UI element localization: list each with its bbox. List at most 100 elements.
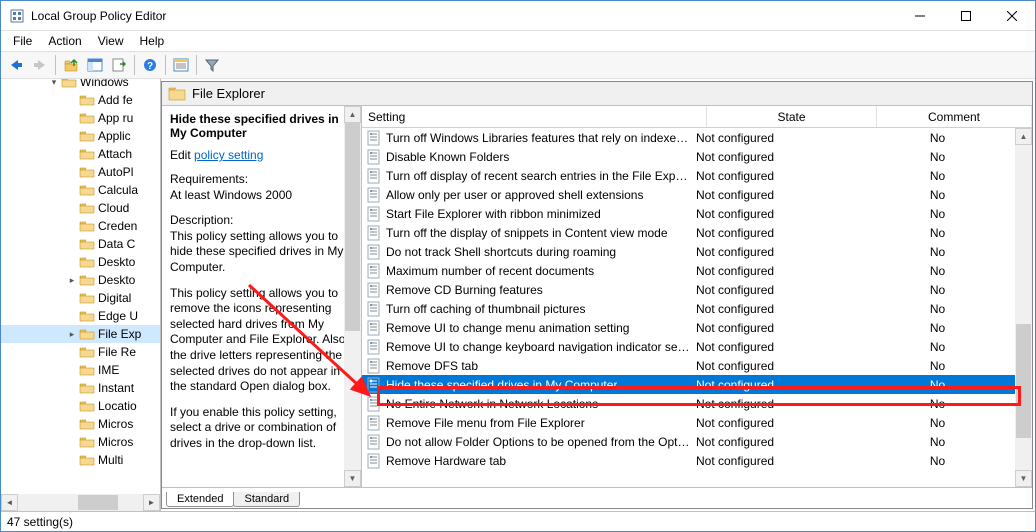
- menu-action[interactable]: Action: [40, 32, 89, 50]
- list-row[interactable]: Allow only per user or approved shell ex…: [362, 185, 1015, 204]
- window-title: Local Group Policy Editor: [31, 9, 897, 23]
- list-header: Setting State Comment: [362, 106, 1032, 128]
- tab-standard[interactable]: Standard: [233, 492, 300, 507]
- tree-item[interactable]: Calcula: [1, 181, 161, 199]
- list-row[interactable]: Remove UI to change menu animation setti…: [362, 318, 1015, 337]
- list-row[interactable]: Disable Known FoldersNot configuredNo: [362, 147, 1015, 166]
- list-row[interactable]: Turn off Windows Libraries features that…: [362, 128, 1015, 147]
- breadcrumb-label: File Explorer: [192, 86, 265, 101]
- export-button[interactable]: [108, 54, 130, 76]
- tree-item[interactable]: Attach: [1, 145, 161, 163]
- tree-item[interactable]: Locatio: [1, 397, 161, 415]
- tree-item[interactable]: App ru: [1, 109, 161, 127]
- forward-button[interactable]: [29, 54, 51, 76]
- list-row[interactable]: No Entire Network in Network LocationsNo…: [362, 394, 1015, 413]
- list-row[interactable]: Do not allow Folder Options to be opened…: [362, 432, 1015, 451]
- folder-icon: [168, 86, 186, 102]
- list-row[interactable]: Remove CD Burning featuresNot configured…: [362, 280, 1015, 299]
- policy-icon: [366, 225, 382, 241]
- description-p1: This policy setting allows you to hide t…: [170, 229, 343, 274]
- maximize-button[interactable]: [943, 1, 989, 30]
- policy-icon: [366, 453, 382, 469]
- show-hide-tree-button[interactable]: [84, 54, 106, 76]
- policy-icon: [366, 263, 382, 279]
- tree-item[interactable]: Cloud: [1, 199, 161, 217]
- list-vscrollbar[interactable]: ▲ ▼: [1015, 128, 1032, 487]
- menu-file[interactable]: File: [5, 32, 40, 50]
- svg-text:?: ?: [147, 61, 153, 72]
- requirements-text: At least Windows 2000: [170, 188, 292, 202]
- menu-help[interactable]: Help: [132, 32, 173, 50]
- policy-icon: [366, 149, 382, 165]
- list-row[interactable]: Turn off caching of thumbnail picturesNo…: [362, 299, 1015, 318]
- tree-pane: ▾Windows Add feApp ruApplicAttachAutoPlC…: [1, 79, 161, 511]
- close-button[interactable]: [989, 1, 1035, 30]
- description-label: Description:: [170, 213, 233, 227]
- list-row[interactable]: Hide these specified drives in My Comput…: [362, 375, 1015, 394]
- description-pane: Hide these specified drives in My Comput…: [162, 106, 362, 487]
- description-p3: If you enable this policy setting, selec…: [170, 405, 353, 452]
- tree-item[interactable]: Digital: [1, 289, 161, 307]
- list-row[interactable]: Start File Explorer with ribbon minimize…: [362, 204, 1015, 223]
- settings-list: Setting State Comment Turn off Windows L…: [362, 106, 1032, 487]
- tree-item[interactable]: ▾Windows: [1, 79, 161, 91]
- list-row[interactable]: Turn off display of recent search entrie…: [362, 166, 1015, 185]
- list-row[interactable]: Do not track Shell shortcuts during roam…: [362, 242, 1015, 261]
- edit-label: Edit: [170, 148, 191, 162]
- tree-item[interactable]: Micros: [1, 433, 161, 451]
- tree-hscrollbar[interactable]: ◄ ►: [1, 494, 160, 511]
- tree-item[interactable]: Instant: [1, 379, 161, 397]
- up-button[interactable]: [60, 54, 82, 76]
- tree-item[interactable]: AutoPl: [1, 163, 161, 181]
- tree-item[interactable]: Data C: [1, 235, 161, 253]
- breadcrumb: File Explorer: [162, 82, 1032, 106]
- policy-icon: [366, 339, 382, 355]
- view-tabs: Extended Standard: [162, 487, 1032, 508]
- edit-policy-link[interactable]: policy setting: [194, 148, 263, 162]
- list-row[interactable]: Remove Hardware tabNot configuredNo: [362, 451, 1015, 470]
- policy-icon: [366, 130, 382, 146]
- list-row[interactable]: Maximum number of recent documentsNot co…: [362, 261, 1015, 280]
- help-button[interactable]: ?: [139, 54, 161, 76]
- titlebar: Local Group Policy Editor: [1, 1, 1035, 31]
- policy-icon: [366, 301, 382, 317]
- tab-extended[interactable]: Extended: [166, 492, 234, 507]
- status-text: 47 setting(s): [7, 515, 73, 529]
- list-row[interactable]: Remove DFS tabNot configuredNo: [362, 356, 1015, 375]
- tree-item[interactable]: Applic: [1, 127, 161, 145]
- requirements-label: Requirements:: [170, 172, 248, 186]
- policy-icon: [366, 396, 382, 412]
- filter-button[interactable]: [201, 54, 223, 76]
- policy-icon: [366, 187, 382, 203]
- tree-item[interactable]: Micros: [1, 415, 161, 433]
- back-button[interactable]: [5, 54, 27, 76]
- list-row[interactable]: Turn off the display of snippets in Cont…: [362, 223, 1015, 242]
- statusbar: 47 setting(s): [1, 511, 1035, 531]
- tree-item[interactable]: Deskto: [1, 253, 161, 271]
- tree-item[interactable]: File Re: [1, 343, 161, 361]
- column-comment[interactable]: Comment: [877, 106, 1032, 127]
- policy-title: Hide these specified drives in My Comput…: [170, 112, 353, 140]
- list-row[interactable]: Remove UI to change keyboard navigation …: [362, 337, 1015, 356]
- list-row[interactable]: Remove File menu from File ExplorerNot c…: [362, 413, 1015, 432]
- menu-view[interactable]: View: [90, 32, 132, 50]
- tree-item[interactable]: Multi: [1, 451, 161, 469]
- properties-button[interactable]: [170, 54, 192, 76]
- description-p2: This policy setting allows you to remove…: [170, 286, 353, 395]
- tree-item[interactable]: Edge U: [1, 307, 161, 325]
- tree-item[interactable]: ▸Deskto: [1, 271, 161, 289]
- column-setting[interactable]: Setting: [362, 106, 707, 127]
- column-state[interactable]: State: [707, 106, 877, 127]
- tree-item[interactable]: ▸File Exp: [1, 325, 161, 343]
- app-icon: [9, 8, 25, 24]
- policy-icon: [366, 168, 382, 184]
- tree-item[interactable]: Creden: [1, 217, 161, 235]
- policy-icon: [366, 377, 382, 393]
- description-vscrollbar[interactable]: ▲ ▼: [344, 106, 361, 487]
- tree-item[interactable]: IME: [1, 361, 161, 379]
- menubar: File Action View Help: [1, 31, 1035, 51]
- tree-item[interactable]: Add fe: [1, 91, 161, 109]
- toolbar: ?: [1, 51, 1035, 79]
- policy-icon: [366, 358, 382, 374]
- minimize-button[interactable]: [897, 1, 943, 30]
